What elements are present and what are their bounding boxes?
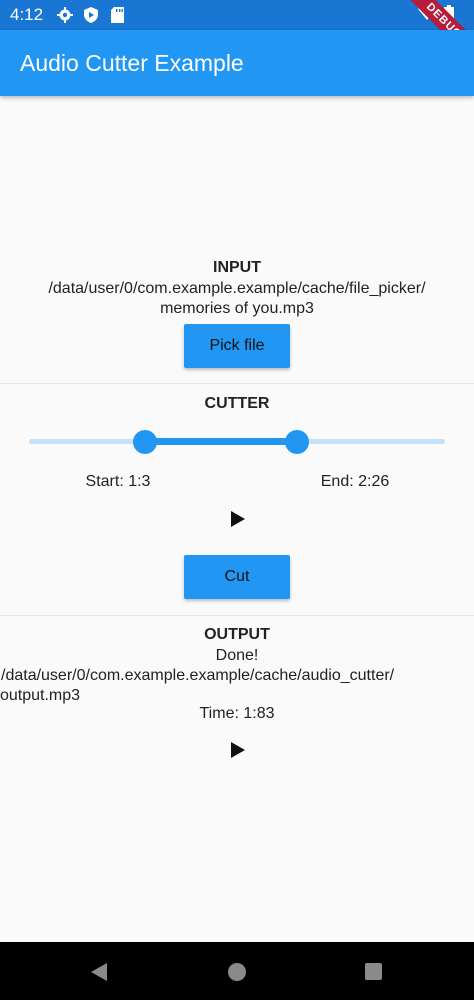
status-time: 4:12 — [10, 5, 44, 24]
cut-button[interactable]: Cut — [184, 555, 290, 599]
shield-icon — [83, 7, 99, 23]
output-title: OUTPUT — [204, 626, 270, 643]
status-bar: 4:12 DEBUG — [0, 0, 474, 70]
app-title: Audio Cutter Example — [20, 49, 244, 76]
input-title: INPUT — [213, 259, 261, 276]
play-icon[interactable] — [231, 511, 245, 527]
play-output-icon[interactable] — [231, 742, 245, 758]
pick-file-button[interactable]: Pick file — [184, 324, 290, 368]
end-label: End: 2:26 — [320, 473, 390, 490]
divider — [0, 383, 474, 384]
output-path-line1: /data/user/0/com.example.example/cache/a… — [1, 667, 395, 684]
output-status: Done! — [215, 647, 259, 664]
cutter-title: CUTTER — [204, 395, 270, 412]
input-path-line1: /data/user/0/com.example.example/cache/f… — [48, 280, 426, 297]
recent-apps-icon[interactable] — [365, 963, 382, 980]
back-icon[interactable] — [91, 963, 107, 981]
input-path-line2: memories of you.mp3 — [160, 300, 314, 317]
gear-icon — [57, 7, 74, 23]
output-path-line2: output.mp3 — [0, 687, 81, 704]
start-label: Start: 1:3 — [85, 473, 151, 490]
divider — [0, 615, 474, 616]
app-bar: Audio Cutter Example — [0, 30, 474, 96]
slider-active-range — [145, 438, 298, 445]
home-icon[interactable] — [228, 963, 246, 981]
slider-start-thumb[interactable] — [133, 430, 158, 454]
sd-card-icon — [109, 7, 125, 23]
slider-end-thumb[interactable] — [285, 430, 310, 454]
output-time: Time: 1:83 — [199, 705, 275, 722]
